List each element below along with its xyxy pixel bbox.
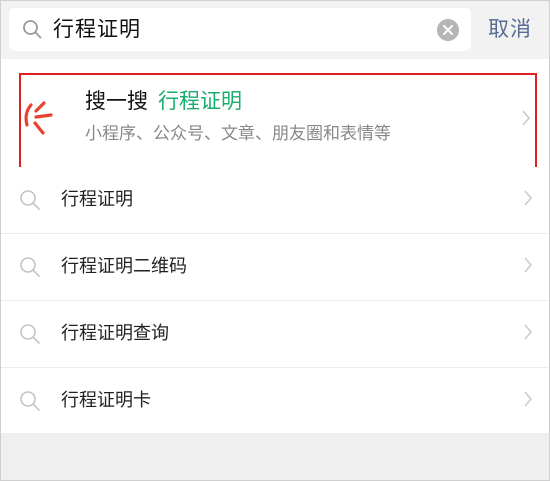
sousou-title-label: 搜一搜	[85, 89, 148, 113]
sousou-title: 搜一搜 行程证明	[85, 87, 242, 115]
sousou-keyword: 行程证明	[158, 89, 242, 113]
chevron-right-icon	[524, 391, 533, 407]
chevron-right-icon	[524, 190, 533, 206]
search-icon	[20, 190, 40, 210]
suggestion-label: 行程证明查询	[61, 323, 169, 344]
search-input[interactable]: 行程证明	[9, 8, 471, 51]
sousou-logo-icon	[24, 101, 53, 135]
search-header: 行程证明 取消	[1, 1, 549, 59]
suggestion-label: 行程证明	[61, 189, 133, 210]
cancel-button[interactable]: 取消	[488, 14, 532, 44]
search-query-text: 行程证明	[53, 17, 141, 41]
suggestion-list: 行程证明 行程证明二维码 行程证明查询 行程证明卡	[1, 167, 549, 435]
suggestion-label: 行程证明卡	[61, 390, 151, 411]
search-icon	[20, 391, 40, 411]
suggestion-item[interactable]: 行程证明卡	[1, 368, 549, 435]
bottom-spacer	[1, 433, 549, 480]
sousou-result-card[interactable]: 搜一搜 行程证明 小程序、公众号、文章、朋友圈和表情等	[19, 73, 537, 171]
chevron-right-icon	[524, 324, 533, 340]
chevron-right-icon	[522, 110, 531, 126]
chevron-right-icon	[524, 257, 533, 273]
suggestion-item[interactable]: 行程证明二维码	[1, 234, 549, 301]
suggestion-item[interactable]: 行程证明	[1, 167, 549, 234]
suggestion-item[interactable]: 行程证明查询	[1, 301, 549, 368]
search-icon	[20, 257, 40, 277]
search-page: 行程证明 取消 搜一搜 行程证明 小程序、公众号、文章、朋友圈和表情等 行程证明…	[0, 0, 550, 481]
search-icon	[20, 324, 40, 344]
clear-icon[interactable]	[437, 19, 459, 41]
suggestion-label: 行程证明二维码	[61, 256, 187, 277]
sousou-subtitle: 小程序、公众号、文章、朋友圈和表情等	[85, 124, 391, 144]
search-icon	[23, 20, 42, 39]
